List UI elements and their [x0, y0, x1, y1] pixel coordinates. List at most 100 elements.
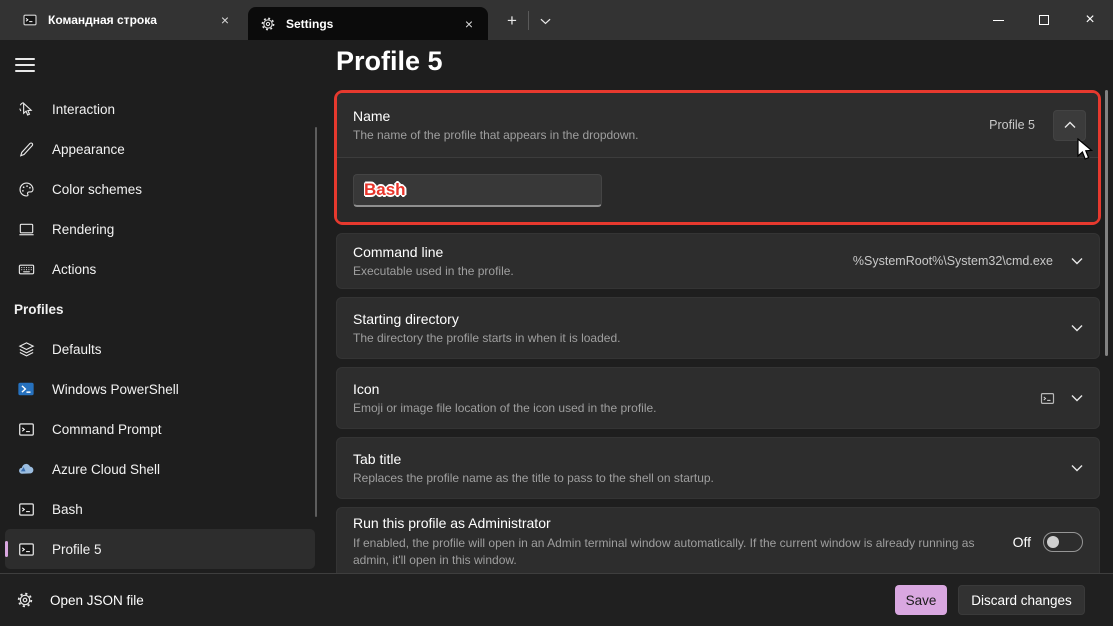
gear-icon	[260, 16, 276, 32]
sidebar-item-color-schemes[interactable]: Color schemes	[5, 169, 315, 209]
tab-settings[interactable]: Settings ×	[248, 7, 488, 40]
save-button[interactable]: Save	[895, 585, 947, 615]
minimize-button[interactable]	[975, 0, 1021, 40]
setting-name: Tab title	[353, 451, 1071, 467]
sidebar-item-label: Windows PowerShell	[52, 382, 179, 397]
powershell-icon	[16, 379, 36, 399]
palette-icon	[16, 179, 36, 199]
chevron-up-icon	[1064, 121, 1076, 129]
setting-description: The directory the profile starts in when…	[353, 331, 1071, 345]
content-scrollbar[interactable]	[1105, 90, 1108, 356]
cmd-icon	[16, 419, 36, 439]
titlebar: Командная строка × Settings × + ×	[0, 0, 1113, 40]
chevron-down-icon[interactable]	[1071, 257, 1083, 265]
azure-cloud-icon	[16, 459, 36, 479]
sidebar-item-profile-5[interactable]: Profile 5	[5, 529, 315, 569]
settings-sidebar: Interaction Appearance Color schemes Ren…	[0, 40, 320, 573]
sidebar-item-rendering[interactable]: Rendering	[5, 209, 315, 249]
tabbar-divider	[528, 11, 529, 30]
keyboard-icon	[16, 259, 36, 279]
hamburger-menu-button[interactable]	[14, 56, 36, 74]
setting-value: Profile 5	[989, 118, 1035, 132]
close-tab-icon[interactable]: ×	[212, 8, 238, 32]
new-tab-button[interactable]: +	[498, 8, 526, 34]
open-json-file-label: Open JSON file	[50, 593, 144, 608]
sidebar-item-label: Actions	[52, 262, 96, 277]
maximize-button[interactable]	[1021, 0, 1067, 40]
close-icon: ×	[1085, 12, 1094, 28]
profile-icon-preview	[1040, 391, 1055, 406]
annotation-highlight-box: Name The name of the profile that appear…	[334, 90, 1101, 225]
tab-title: Командная строка	[48, 13, 212, 27]
monitor-icon	[16, 219, 36, 239]
sidebar-item-actions[interactable]: Actions	[5, 249, 315, 289]
sidebar-item-command-prompt[interactable]: Command Prompt	[5, 409, 315, 449]
setting-card-tab-title[interactable]: Tab title Replaces the profile name as t…	[336, 437, 1100, 499]
setting-description: If enabled, the profile will open in an …	[353, 535, 985, 570]
sidebar-item-label: Profile 5	[52, 542, 102, 557]
toggle-knob	[1047, 536, 1059, 548]
setting-description: Replaces the profile name as the title t…	[353, 471, 1071, 485]
settings-page: Profile 5 Name The name of the profile t…	[320, 40, 1113, 573]
close-button[interactable]: ×	[1067, 0, 1113, 40]
sidebar-item-label: Color schemes	[52, 182, 142, 197]
tab-command-prompt[interactable]: Командная строка ×	[10, 0, 244, 40]
mouse-cursor	[1076, 138, 1094, 162]
chevron-down-icon[interactable]	[1071, 394, 1083, 402]
bottom-bar: Open JSON file Save Discard changes	[0, 573, 1113, 626]
setting-description: Executable used in the profile.	[353, 264, 853, 278]
sidebar-item-label: Appearance	[52, 142, 125, 157]
sidebar-item-label: Azure Cloud Shell	[52, 462, 160, 477]
setting-name: Command line	[353, 244, 853, 260]
sidebar-item-bash[interactable]: Bash	[5, 489, 315, 529]
setting-name: Run this profile as Administrator	[353, 515, 1013, 531]
sidebar-item-label: Interaction	[52, 102, 115, 117]
collapse-expander-button[interactable]	[1053, 110, 1086, 141]
setting-description: The name of the profile that appears in …	[353, 128, 989, 142]
profiles-section-header: Profiles	[0, 289, 320, 329]
setting-name: Name	[353, 108, 989, 124]
layers-icon	[16, 339, 36, 359]
admin-toggle-switch[interactable]	[1043, 532, 1083, 552]
sidebar-nav: Interaction Appearance Color schemes Ren…	[0, 89, 320, 569]
paintbrush-icon	[16, 139, 36, 159]
close-tab-icon[interactable]: ×	[456, 12, 482, 36]
sidebar-item-appearance[interactable]: Appearance	[5, 129, 315, 169]
terminal-icon	[16, 539, 36, 559]
discard-changes-button[interactable]: Discard changes	[958, 585, 1085, 615]
setting-name: Icon	[353, 381, 1040, 397]
name-card-expansion	[337, 157, 1098, 222]
sidebar-item-azure-cloud-shell[interactable]: Azure Cloud Shell	[5, 449, 315, 489]
sidebar-item-label: Bash	[52, 502, 83, 517]
sidebar-item-label: Command Prompt	[52, 422, 162, 437]
tab-dropdown-button[interactable]	[532, 10, 558, 32]
maximize-icon	[1039, 15, 1049, 25]
setting-name: Starting directory	[353, 311, 1071, 327]
chevron-down-icon[interactable]	[1071, 464, 1083, 472]
profile-name-input[interactable]	[353, 174, 602, 207]
sidebar-item-defaults[interactable]: Defaults	[5, 329, 315, 369]
setting-card-name: Name The name of the profile that appear…	[337, 93, 1098, 222]
interaction-icon	[16, 99, 36, 119]
minimize-icon	[993, 20, 1004, 21]
sidebar-item-windows-powershell[interactable]: Windows PowerShell	[5, 369, 315, 409]
setting-card-starting-directory[interactable]: Starting directory The directory the pro…	[336, 297, 1100, 359]
setting-description: Emoji or image file location of the icon…	[353, 401, 1040, 415]
sidebar-scrollbar[interactable]	[315, 127, 317, 517]
toggle-state-label: Off	[1013, 534, 1031, 550]
sidebar-item-label: Defaults	[52, 342, 102, 357]
tab-title: Settings	[286, 17, 456, 31]
setting-value: %SystemRoot%\System32\cmd.exe	[853, 254, 1053, 268]
name-card-header[interactable]: Name The name of the profile that appear…	[337, 93, 1098, 157]
cmd-icon	[22, 12, 38, 28]
chevron-down-icon[interactable]	[1071, 324, 1083, 332]
window-controls: ×	[975, 0, 1113, 40]
selection-accent-bar	[5, 541, 8, 557]
setting-card-command-line[interactable]: Command line Executable used in the prof…	[336, 233, 1100, 289]
setting-card-run-as-admin[interactable]: Run this profile as Administrator If ena…	[336, 507, 1100, 577]
setting-card-icon[interactable]: Icon Emoji or image file location of the…	[336, 367, 1100, 429]
page-title: Profile 5	[336, 46, 443, 77]
sidebar-item-label: Rendering	[52, 222, 114, 237]
sidebar-item-interaction[interactable]: Interaction	[5, 89, 315, 129]
open-json-file-button[interactable]: Open JSON file	[16, 574, 144, 626]
